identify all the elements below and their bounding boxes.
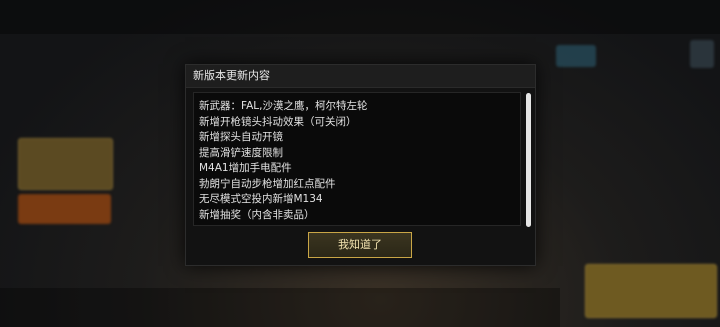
update-notes-dialog: 新版本更新内容 新武器：FAL,沙漠之鹰，柯尔特左轮 新增开枪镜头抖动效果（可关… bbox=[185, 64, 536, 266]
list-item: 新增抽奖（内含非卖品） bbox=[199, 208, 315, 221]
confirm-button[interactable]: 我知道了 bbox=[308, 232, 412, 258]
list-item: 无尽模式空投内新增M134 bbox=[199, 193, 323, 205]
dimmed-side-icon bbox=[690, 40, 714, 68]
list-item: 新增开枪镜头抖动效果（可关闭） bbox=[199, 115, 357, 128]
update-notes-list-box[interactable]: 新武器：FAL,沙漠之鹰，柯尔特左轮 新增开枪镜头抖动效果（可关闭） 新增探头自… bbox=[193, 92, 521, 226]
top-bar-dimmed bbox=[0, 0, 720, 34]
list-item: 新武器：FAL,沙漠之鹰，柯尔特左轮 bbox=[199, 100, 368, 112]
dialog-header: 新版本更新内容 bbox=[186, 65, 535, 88]
scrollbar-thumb[interactable] bbox=[526, 93, 531, 227]
list-item: 勃朗宁自动步枪增加红点配件 bbox=[199, 177, 336, 190]
list-item: M4A1增加手电配件 bbox=[199, 162, 292, 174]
dialog-title: 新版本更新内容 bbox=[193, 69, 270, 82]
dimmed-gold-button bbox=[18, 138, 113, 190]
dimmed-orange-button bbox=[18, 194, 111, 224]
dimmed-badge bbox=[556, 45, 596, 67]
scrollbar[interactable] bbox=[526, 93, 531, 227]
list-item: 新增探头自动开镜 bbox=[199, 131, 283, 143]
update-notes-list: 新武器：FAL,沙漠之鹰，柯尔特左轮 新增开枪镜头抖动效果（可关闭） 新增探头自… bbox=[199, 99, 367, 223]
list-item: 提高滑铲速度限制 bbox=[199, 146, 283, 159]
bottom-bar-dimmed bbox=[0, 288, 560, 327]
dimmed-start-button bbox=[585, 264, 717, 318]
